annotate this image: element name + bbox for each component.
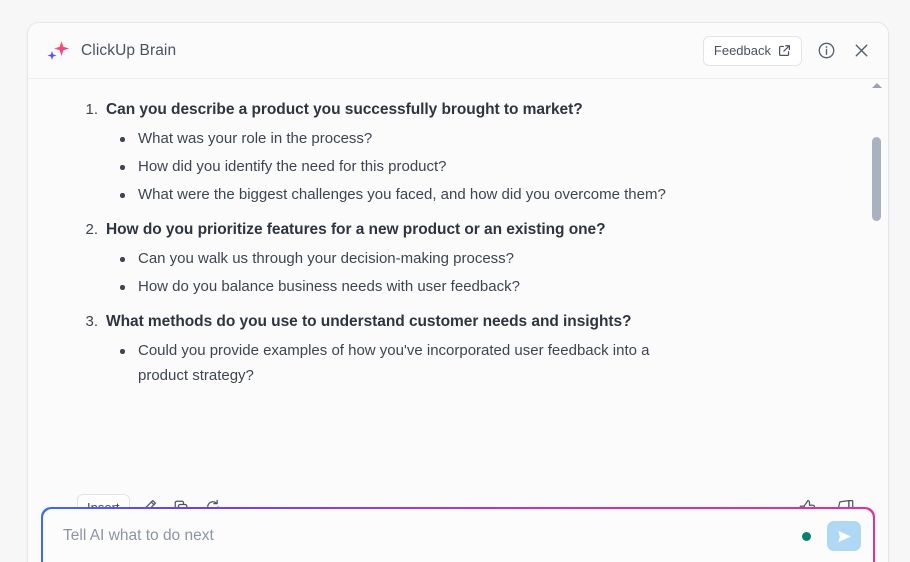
close-icon bbox=[855, 44, 867, 57]
subpoint-list: Could you provide examples of how you've… bbox=[106, 338, 828, 388]
info-button[interactable] bbox=[815, 40, 837, 62]
message-scrollbar[interactable] bbox=[869, 79, 885, 562]
question-heading: What methods do you use to understand cu… bbox=[106, 313, 632, 330]
brand: ClickUp Brain bbox=[45, 38, 176, 64]
sparkle-icon bbox=[47, 40, 69, 60]
header-actions: Feedback bbox=[702, 35, 872, 66]
panel-title: ClickUp Brain bbox=[81, 41, 177, 59]
list-item: What was your role in the process? bbox=[106, 126, 698, 151]
composer-gradient-border bbox=[41, 507, 875, 562]
send-icon bbox=[837, 530, 851, 542]
feedback-button[interactable]: Feedback bbox=[702, 35, 802, 66]
list-item: 1. Can you describe a product you succes… bbox=[78, 97, 828, 207]
composer bbox=[43, 508, 873, 562]
clickup-brain-panel: ClickUp Brain Feedback 1. Can you descri… bbox=[27, 22, 889, 562]
list-item: How do you balance business needs with u… bbox=[106, 274, 698, 299]
question-number: 2. bbox=[85, 221, 98, 238]
question-number: 1. bbox=[85, 101, 98, 118]
panel-body: 1. Can you describe a product you succes… bbox=[28, 79, 888, 562]
send-button[interactable] bbox=[827, 521, 861, 551]
list-item: What were the biggest challenges you fac… bbox=[106, 182, 698, 207]
subpoint-list: Can you walk us through your decision-ma… bbox=[106, 246, 828, 299]
scrollbar-thumb[interactable] bbox=[872, 137, 881, 221]
info-circle-icon bbox=[818, 42, 834, 59]
close-button[interactable] bbox=[850, 40, 872, 62]
feedback-label: Feedback bbox=[713, 43, 771, 58]
list-item: 2. How do you prioritize features for a … bbox=[78, 217, 828, 299]
question-list: 1. Can you describe a product you succes… bbox=[78, 97, 828, 388]
list-item: 3. What methods do you use to understand… bbox=[78, 309, 828, 388]
list-item: Can you walk us through your decision-ma… bbox=[106, 246, 698, 271]
prompt-input[interactable] bbox=[61, 508, 802, 562]
list-item: How did you identify the need for this p… bbox=[106, 154, 698, 179]
question-heading: How do you prioritize features for a new… bbox=[106, 221, 606, 238]
question-heading: Can you describe a product you successfu… bbox=[106, 101, 583, 118]
caret-up-icon[interactable] bbox=[872, 83, 882, 88]
panel-header: ClickUp Brain Feedback bbox=[28, 23, 888, 79]
ai-response-message: 1. Can you describe a product you succes… bbox=[28, 79, 888, 388]
subpoint-list: What was your role in the process? How d… bbox=[106, 126, 828, 207]
question-number: 3. bbox=[85, 313, 98, 330]
list-item: Could you provide examples of how you've… bbox=[106, 338, 698, 388]
status-indicator-dot bbox=[802, 531, 811, 541]
external-link-icon bbox=[779, 45, 790, 56]
